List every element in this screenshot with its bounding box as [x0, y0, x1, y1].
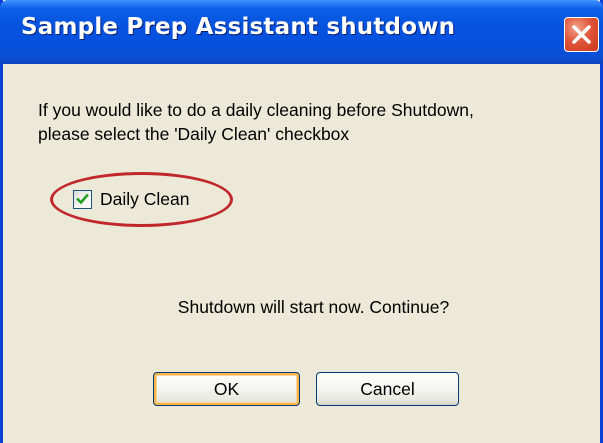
message-line-1: If you would like to do a daily cleaning…	[38, 100, 474, 120]
daily-clean-checkbox-row[interactable]: Daily Clean	[73, 187, 189, 211]
dialog-title: Sample Prep Assistant shutdown	[21, 14, 456, 40]
message-line-2: please select the 'Daily Clean' checkbox	[38, 124, 350, 144]
close-icon	[572, 25, 591, 44]
daily-clean-label[interactable]: Daily Clean	[100, 189, 189, 210]
shutdown-dialog: Sample Prep Assistant shutdown If you wo…	[0, 0, 603, 443]
confirm-text: Shutdown will start now. Continue?	[177, 297, 450, 317]
close-button[interactable]	[564, 17, 599, 52]
instruction-message: If you would like to do a daily cleaning…	[38, 98, 598, 146]
daily-clean-checkbox[interactable]	[73, 189, 92, 209]
checkmark-icon	[76, 193, 89, 204]
confirm-message: Shutdown will start now. Continue?	[3, 297, 600, 318]
ok-button[interactable]: OK	[153, 372, 300, 406]
cancel-button[interactable]: Cancel	[316, 372, 459, 406]
title-bar[interactable]: Sample Prep Assistant shutdown	[0, 0, 603, 64]
